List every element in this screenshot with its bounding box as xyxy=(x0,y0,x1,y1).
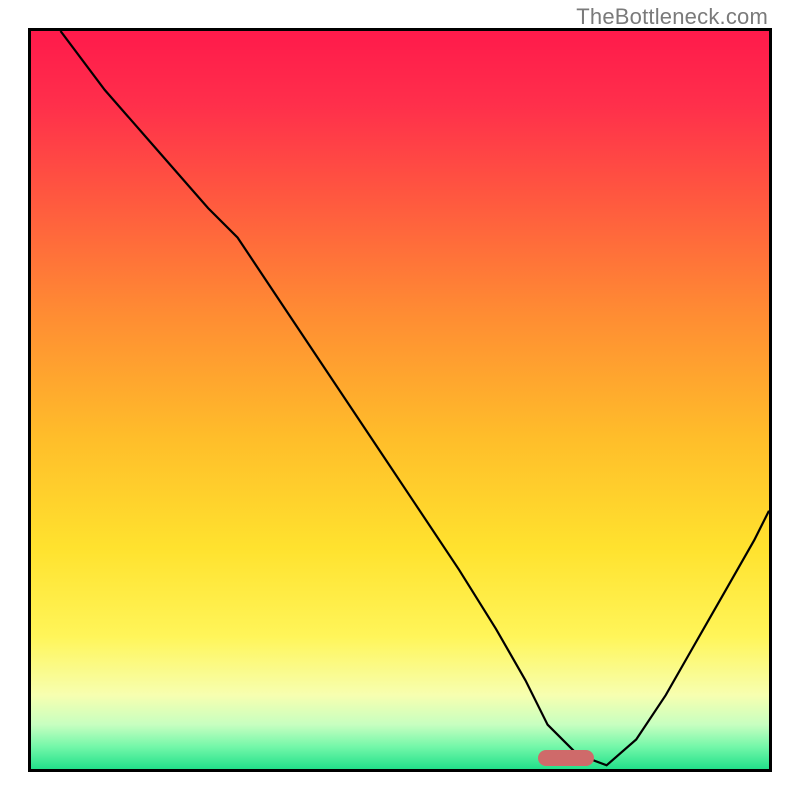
optimal-range-marker xyxy=(538,750,594,766)
watermark-text: TheBottleneck.com xyxy=(576,4,768,30)
bottleneck-curve-path xyxy=(61,31,770,765)
chart-frame xyxy=(28,28,772,772)
chart-overlay-svg xyxy=(31,31,769,769)
